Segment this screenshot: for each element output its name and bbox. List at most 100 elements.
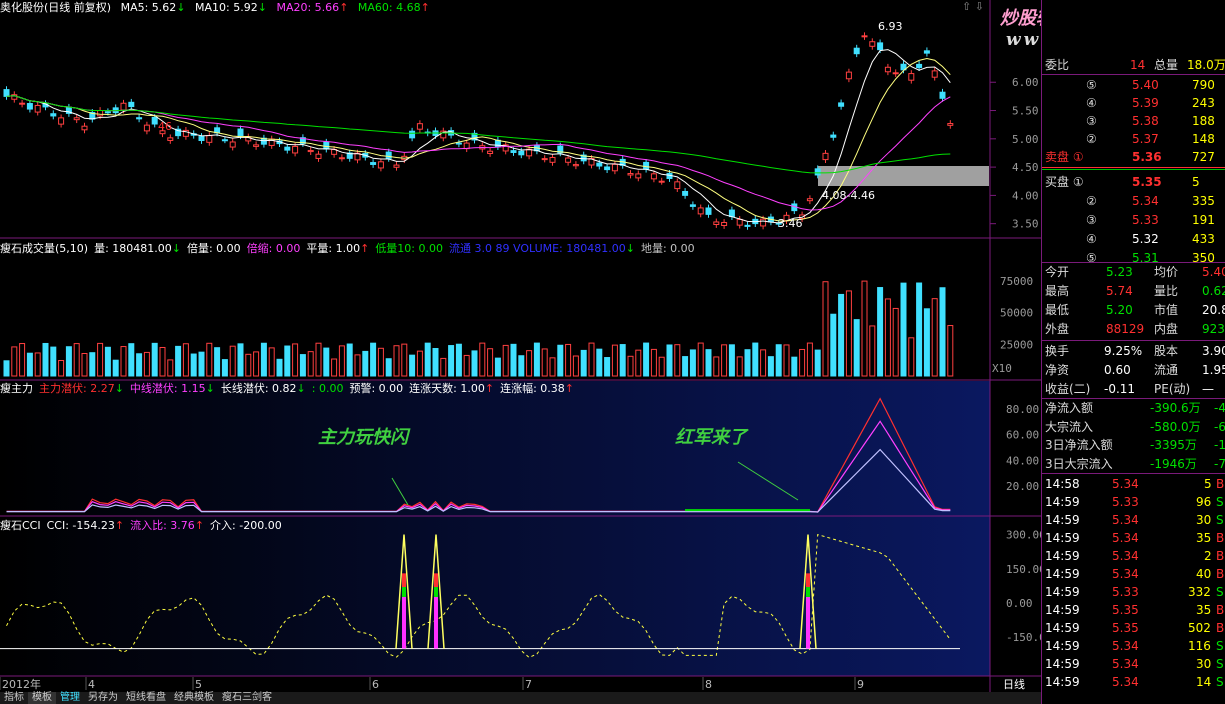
volume-bar bbox=[299, 354, 306, 377]
volume-bar bbox=[245, 353, 252, 377]
volume-bar bbox=[393, 345, 400, 377]
total-volume-value: 18.0万 bbox=[1187, 58, 1225, 72]
volume-bar bbox=[658, 356, 665, 377]
bottom-tab[interactable]: 模板 bbox=[28, 692, 56, 704]
bid-label: ⑤ bbox=[1086, 251, 1097, 265]
volume-bar bbox=[596, 348, 603, 377]
candle-body bbox=[143, 124, 150, 132]
candle-body bbox=[253, 144, 260, 147]
candle-body bbox=[689, 204, 696, 207]
flow-label: 3日大宗流入 bbox=[1045, 456, 1113, 471]
bottom-tab[interactable]: 瘦石三剑客 bbox=[218, 692, 276, 704]
tick-time: 14:59 bbox=[1045, 567, 1080, 581]
weibi-value: 14 bbox=[1130, 58, 1146, 72]
volume-bar bbox=[580, 349, 587, 377]
volume-bar bbox=[752, 342, 759, 377]
volume-bar bbox=[947, 325, 954, 377]
date-label: 7 bbox=[525, 678, 532, 691]
volume-bar bbox=[604, 357, 611, 377]
high-price-label: 6.93 bbox=[878, 20, 903, 33]
volume-bar bbox=[923, 308, 930, 377]
cci-spike-red bbox=[806, 573, 810, 588]
date-axis: 2012年 4 5 6 7 8 9 bbox=[0, 677, 864, 691]
tick-side: S bbox=[1216, 495, 1224, 509]
window-buttons[interactable]: ⇧ ⇩ bbox=[962, 0, 984, 13]
candle-body bbox=[323, 141, 330, 150]
volume-bar bbox=[409, 354, 416, 377]
candle-body bbox=[596, 162, 603, 167]
finance-label: 收益(二) bbox=[1045, 382, 1091, 396]
candle-body bbox=[806, 198, 813, 202]
zhuli-header-arrow: ↓ bbox=[296, 382, 306, 395]
ask-price: 5.40 bbox=[1132, 78, 1159, 92]
candle-body bbox=[713, 221, 720, 226]
chart-area[interactable]: 6.00 5.50 5.00 4.50 4.00 3.50 6.93 3.46 4.08-… bbox=[0, 0, 1041, 692]
candle-body bbox=[128, 101, 135, 108]
tick-volume: 116 bbox=[1188, 639, 1211, 653]
quote-label: 市值 bbox=[1154, 303, 1179, 317]
volume-header-item: 量: 180481.00 bbox=[94, 242, 172, 255]
volume-bar bbox=[814, 349, 821, 377]
finance-value: 1.95亿 bbox=[1202, 363, 1225, 377]
volume-bar bbox=[331, 358, 338, 377]
volume-bar bbox=[799, 348, 806, 377]
ask-price: 5.39 bbox=[1132, 96, 1159, 110]
flow-label: 大宗流入 bbox=[1045, 419, 1094, 434]
ask-volume: 727 bbox=[1192, 150, 1215, 164]
volume-bar bbox=[916, 282, 923, 377]
volume-bar bbox=[440, 357, 447, 377]
quote-label: 最低 bbox=[1045, 303, 1070, 317]
tick-side: B bbox=[1216, 621, 1225, 635]
volume-bar bbox=[198, 351, 205, 377]
tick-side: S bbox=[1216, 657, 1224, 671]
volume-bar bbox=[572, 355, 579, 377]
volume-header-item: 倍缩: 0.00 bbox=[246, 242, 301, 255]
zhuli-tick-label: 40.00 bbox=[1006, 454, 1039, 467]
candle-body bbox=[292, 145, 299, 154]
bottom-tab[interactable]: 管理 bbox=[56, 692, 84, 704]
bottom-tab[interactable]: 指标 bbox=[0, 692, 28, 704]
quote-panel: 委比 14 总量 18.0万 ⑤ 5.40 790 ④ 5.39 243 ③ 5.38 188 ② 5.37… bbox=[1041, 0, 1225, 704]
tick-side: B bbox=[1216, 567, 1225, 581]
volume-bar bbox=[284, 345, 291, 377]
candle-body bbox=[565, 157, 572, 163]
volume-bar bbox=[19, 343, 26, 377]
tick-price: 5.34 bbox=[1112, 513, 1139, 527]
tick-volume: 332 bbox=[1188, 585, 1211, 599]
tick-time: 14:59 bbox=[1045, 621, 1080, 635]
cci-spike-bar bbox=[434, 589, 438, 649]
volume-bar bbox=[908, 337, 915, 377]
ma20-label: MA20: 5.66 bbox=[276, 1, 340, 14]
quote-value: 20.8亿 bbox=[1202, 303, 1225, 317]
candle-body bbox=[377, 161, 384, 169]
candle-body bbox=[736, 218, 743, 226]
candle-body bbox=[58, 117, 65, 125]
volume-tick-label: 25000 bbox=[1000, 338, 1033, 351]
candle-body bbox=[97, 110, 104, 117]
volume-bar bbox=[81, 352, 88, 377]
bottom-tab[interactable]: 另存为 bbox=[84, 692, 122, 704]
volume-bar bbox=[424, 342, 431, 377]
bottom-tab[interactable]: 短线看盘 bbox=[122, 692, 170, 704]
volume-bar bbox=[884, 298, 891, 377]
cci-axis: 300.00 150.00 0.00 -150.00 bbox=[1006, 529, 1041, 645]
tick-price: 5.34 bbox=[1112, 549, 1139, 563]
tick-time: 14:59 bbox=[1045, 603, 1080, 617]
bid-volume: 191 bbox=[1192, 213, 1215, 227]
candle-body bbox=[884, 66, 891, 73]
zhuli-header: 瘦主力 主力潜伏: 2.27↓ 中线潜伏: 1.15↓ 长线潜伏: 0.82↓: 0.… bbox=[0, 382, 580, 395]
volume-bar bbox=[611, 344, 618, 377]
finance-label: 股本 bbox=[1154, 344, 1179, 358]
volume-bar bbox=[861, 280, 868, 377]
quote-value: 5.40 bbox=[1202, 265, 1225, 279]
zhuli-tick-label: 80.00 bbox=[1006, 403, 1039, 416]
cci-spike-green bbox=[434, 587, 438, 598]
volume-bar bbox=[128, 343, 135, 377]
volume-header-item: 低量10: 0.00 bbox=[375, 242, 444, 255]
ask-volume: 243 bbox=[1192, 96, 1215, 110]
zhuli-header-arrow: ↓ bbox=[114, 382, 124, 395]
bottom-tab[interactable]: 经典模板 bbox=[170, 692, 218, 704]
volume-bar bbox=[432, 348, 439, 377]
volume-bar bbox=[900, 282, 907, 377]
volume-bar bbox=[455, 343, 462, 377]
